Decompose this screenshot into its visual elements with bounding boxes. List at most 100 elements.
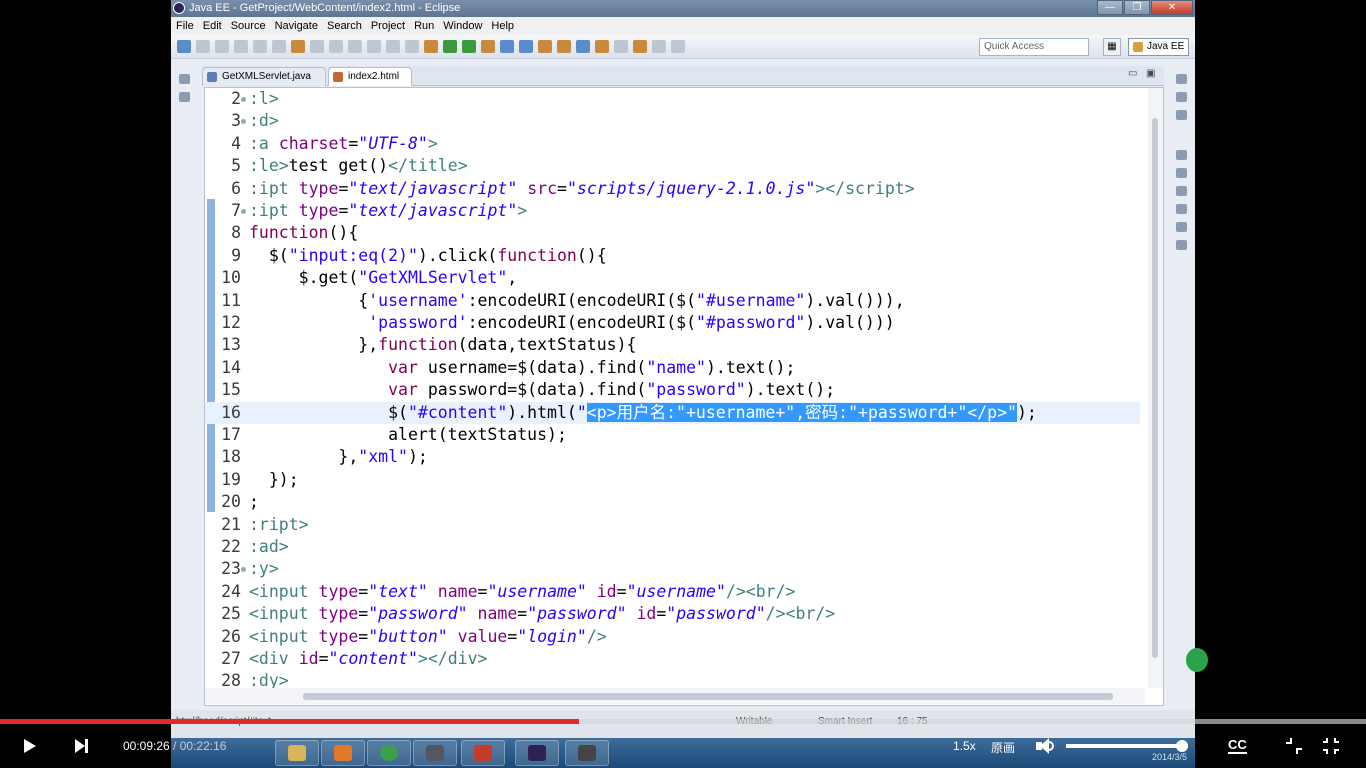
redo-icon[interactable] [329,40,343,53]
notification-icon[interactable] [1186,648,1208,672]
print-icon[interactable] [234,40,248,53]
console-icon[interactable] [1175,240,1187,250]
taskbar-chrome[interactable] [367,740,411,766]
playback-speed-button[interactable]: 1.5x [953,739,976,753]
taskbar-powerpoint[interactable] [461,740,505,766]
run-icon[interactable] [443,40,457,53]
cut-icon[interactable] [253,40,267,53]
data-source-icon[interactable] [1175,222,1187,232]
code-line[interactable]: 8 function(){ [205,222,1140,244]
taskbar-media-player[interactable] [321,740,365,766]
code-line[interactable]: 21:ript> [205,514,1140,536]
taskbar-explorer[interactable] [275,740,319,766]
code-line[interactable]: 7:ipt type="text/javascript"> [205,200,1140,222]
format-icon[interactable] [272,40,286,53]
menu-source[interactable]: Source [231,17,266,35]
fold-icon[interactable] [241,97,246,102]
open-resource-icon[interactable] [557,40,571,53]
menu-search[interactable]: Search [327,17,362,35]
project-explorer-icon[interactable] [178,92,190,102]
fullscreen-icon[interactable] [1323,738,1339,754]
outline-icon[interactable] [1175,92,1187,102]
code-line[interactable]: 14 var username=$(data).find("name").tex… [205,357,1140,379]
undo-icon[interactable] [310,40,324,53]
code-line[interactable]: 15 var password=$(data).find("password")… [205,379,1140,401]
code-line[interactable]: 3:d> [205,110,1140,132]
minimize-editor-icon[interactable]: ▭ [1128,68,1137,79]
menu-project[interactable]: Project [371,17,405,35]
captions-button[interactable]: CC [1228,738,1247,754]
code-line[interactable]: 22:ad> [205,536,1140,558]
code-line[interactable]: 23:y> [205,558,1140,580]
properties-icon[interactable] [1175,186,1187,196]
menu-help[interactable]: Help [491,17,514,35]
volume-slider[interactable] [1066,744,1188,748]
quality-button[interactable]: 原画 [991,739,1015,756]
fold-icon[interactable] [241,567,246,573]
restore-icon[interactable] [178,74,190,84]
menu-navigate[interactable]: Navigate [275,17,318,35]
external-tools-icon[interactable] [481,40,495,53]
code-line[interactable]: 26 <input type="button" value="login"/> [205,626,1140,648]
video-progress-bar[interactable] [0,719,1366,724]
step-icon[interactable] [348,40,362,53]
forward-icon[interactable] [652,40,666,53]
code-line[interactable]: 17 alert(textStatus); [205,424,1140,446]
code-line[interactable]: 16 $("#content").html("<p>用户名:"+username… [205,401,1140,424]
maximize-button[interactable]: ❐ [1124,0,1150,15]
disconnect-icon[interactable] [405,40,419,53]
suspend-icon[interactable] [367,40,381,53]
menu-edit[interactable]: Edit [203,17,222,35]
save-all-icon[interactable] [215,40,229,53]
code-line[interactable]: 4:a charset="UTF-8"> [205,133,1140,155]
open-type-icon[interactable] [538,40,552,53]
fold-icon[interactable] [241,119,246,125]
code-line[interactable]: 2:l> [205,88,1140,110]
terminate-icon[interactable] [386,40,400,53]
close-button[interactable]: ✕ [1151,0,1193,15]
code-line[interactable]: 25 <input type="password" name="password"… [205,603,1140,625]
next-icon[interactable] [75,739,89,753]
restore-icon[interactable] [1175,74,1187,84]
code-line[interactable]: 11 {'username':encodeURI(encodeURI($("#u… [205,290,1140,312]
refactor-icon[interactable] [291,40,305,53]
code-line[interactable]: 10 $.get("GetXMLServlet", [205,267,1140,289]
menu-run[interactable]: Run [414,17,434,35]
scroll-thumb[interactable] [1152,118,1158,658]
code-line[interactable]: 9 $("input:eq(2)").click(function(){ [205,245,1140,267]
perspective-java-ee-button[interactable]: Java EE [1128,38,1189,56]
code-line[interactable]: 18 },"xml"); [205,446,1140,468]
markers-icon[interactable] [1175,168,1187,178]
open-perspective-icon[interactable]: ▦ [1103,38,1121,56]
code-line[interactable]: 6:ipt type="text/javascript" src="script… [205,178,1140,200]
new-class-icon[interactable] [519,40,533,53]
menu-file[interactable]: File [176,17,194,35]
code-line[interactable]: 12 'password':encodeURI(encodeURI($("#pa… [205,312,1140,334]
task-list-icon[interactable] [1175,110,1187,120]
server-icon[interactable] [424,40,438,53]
debug-icon[interactable] [462,40,476,53]
fold-icon[interactable] [241,209,246,214]
search-icon[interactable] [576,40,590,53]
volume-icon[interactable] [1036,738,1056,754]
next-annotation-icon[interactable] [614,40,628,53]
tab-getxmlservlet[interactable]: GetXMLServlet.java [202,67,326,86]
taskbar-app[interactable] [413,740,457,766]
maximize-editor-icon[interactable]: ▣ [1146,68,1155,79]
taskbar-app[interactable] [565,740,609,766]
new-icon[interactable] [177,40,191,53]
code-line[interactable]: 24 <input type="text" name="username" id=… [205,581,1140,603]
restore-icon[interactable] [1175,150,1187,160]
tab-index2[interactable]: index2.html ☒ [328,67,412,100]
taskbar-eclipse[interactable] [515,740,559,766]
exit-fullscreen-icon[interactable] [1286,738,1302,754]
scroll-thumb[interactable] [303,693,1113,700]
vertical-scrollbar[interactable] [1148,88,1163,688]
servers-icon[interactable] [1175,204,1187,214]
menu-window[interactable]: Window [443,17,482,35]
save-icon[interactable] [196,40,210,53]
new-package-icon[interactable] [500,40,514,53]
quick-access-field[interactable]: Quick Access [979,38,1089,56]
back-icon[interactable] [633,40,647,53]
play-icon[interactable] [24,739,36,753]
